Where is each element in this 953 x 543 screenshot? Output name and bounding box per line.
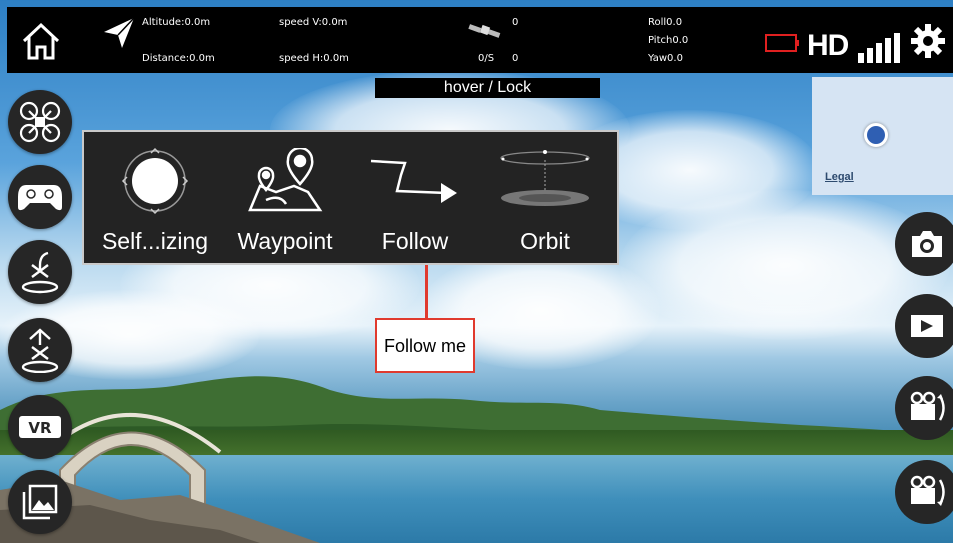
mode-label: Self...izing bbox=[101, 228, 209, 254]
follow-me-tooltip: Follow me bbox=[375, 318, 475, 373]
mode-follow[interactable]: Follow bbox=[350, 132, 480, 263]
drone-button[interactable] bbox=[8, 90, 72, 154]
flight-mode-panel: Self...izing Waypoint Follow Orbit bbox=[82, 130, 619, 265]
camera-rotate-down-button[interactable] bbox=[895, 460, 953, 524]
camera-icon bbox=[912, 231, 942, 257]
speed-h-readout: speed H:0.0m bbox=[279, 53, 349, 64]
hd-label: HD bbox=[807, 29, 849, 62]
satellite-count: 0 bbox=[512, 17, 519, 28]
mode-orbit[interactable]: Orbit bbox=[480, 132, 610, 263]
altitude-readout: Altitude:0.0m bbox=[142, 17, 211, 28]
telemetry-bar: Altitude:0.0m Distance:0.0m speed V:0.0m… bbox=[7, 7, 953, 73]
home-button[interactable] bbox=[19, 19, 63, 63]
camera-rotate-icon bbox=[910, 391, 945, 421]
video-icon bbox=[911, 315, 943, 337]
battery-icon bbox=[765, 33, 801, 53]
svg-text:VR: VR bbox=[28, 419, 52, 437]
distance-readout: Distance:0.0m bbox=[142, 53, 215, 64]
orbit-icon bbox=[480, 144, 610, 218]
mode-self-stabilizing[interactable]: Self...izing bbox=[90, 132, 220, 263]
mini-map[interactable]: Legal bbox=[812, 77, 953, 195]
map-legal-link[interactable]: Legal bbox=[825, 171, 854, 183]
mode-label: Orbit bbox=[520, 228, 570, 254]
waypoint-map-icon bbox=[220, 144, 350, 218]
follow-arrow-icon bbox=[350, 144, 480, 218]
vr-icon: VR bbox=[19, 416, 61, 438]
landing-icon bbox=[21, 251, 59, 294]
signal-strength-icon bbox=[856, 31, 902, 63]
takeoff-button[interactable] bbox=[8, 318, 72, 382]
mode-waypoint[interactable]: Waypoint bbox=[220, 132, 350, 263]
vr-button[interactable]: VR bbox=[8, 395, 72, 459]
pitch-readout: Pitch0.0 bbox=[648, 35, 689, 46]
satellite-icon bbox=[467, 17, 503, 43]
gamepad-button[interactable] bbox=[8, 165, 72, 229]
rate-unit: 0/S bbox=[478, 53, 495, 64]
gallery-icon bbox=[22, 484, 58, 520]
mode-label: Waypoint bbox=[237, 228, 333, 254]
settings-button[interactable] bbox=[910, 23, 946, 59]
gallery-button[interactable] bbox=[8, 470, 72, 534]
tooltip-connector bbox=[425, 265, 428, 319]
rate-value: 0 bbox=[512, 53, 519, 64]
gamepad-icon bbox=[18, 185, 62, 211]
camera-rotate-icon bbox=[910, 475, 945, 506]
camera-rotate-up-button[interactable] bbox=[895, 376, 953, 440]
record-video-button[interactable] bbox=[895, 294, 953, 358]
drone-icon bbox=[19, 101, 61, 143]
gear-icon bbox=[911, 24, 945, 58]
takeoff-icon bbox=[21, 328, 59, 373]
self-stabilizing-icon bbox=[90, 144, 220, 218]
photo-button[interactable] bbox=[895, 212, 953, 276]
send-icon bbox=[101, 15, 137, 51]
yaw-readout: Yaw0.0 bbox=[648, 53, 683, 64]
home-icon bbox=[22, 22, 60, 60]
flight-status: hover / Lock bbox=[375, 78, 600, 98]
landing-button[interactable] bbox=[8, 240, 72, 304]
roll-readout: Roll0.0 bbox=[648, 17, 683, 28]
mode-label: Follow bbox=[381, 228, 449, 254]
location-dot bbox=[864, 123, 888, 147]
speed-v-readout: speed V:0.0m bbox=[279, 17, 348, 28]
